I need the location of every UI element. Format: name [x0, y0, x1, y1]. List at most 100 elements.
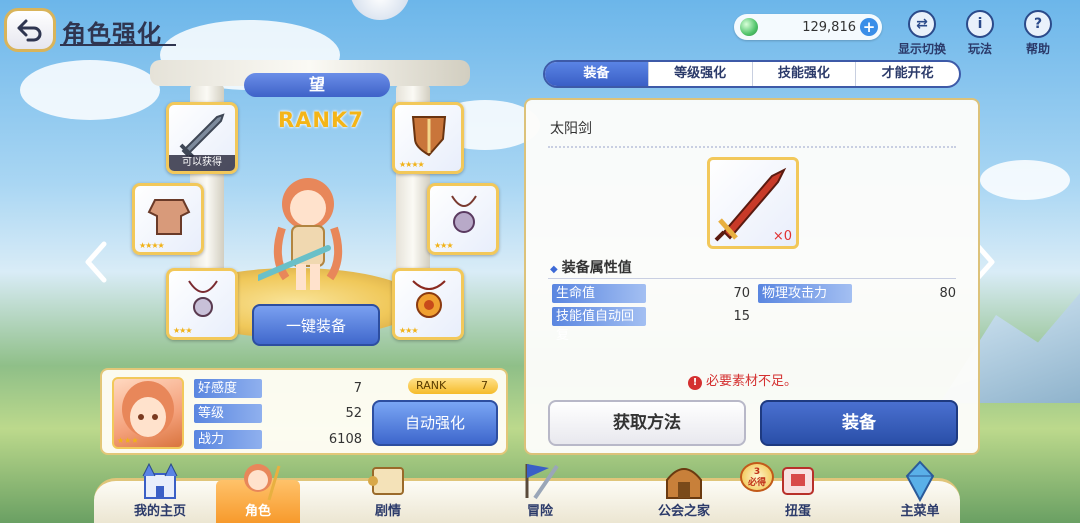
attribute-value: 70 — [733, 286, 750, 301]
necklace-icon — [188, 280, 218, 317]
display-toggle-label: 显示切换 — [897, 42, 946, 56]
sword-flag-icon — [525, 464, 559, 500]
item-quantity: ×0 — [772, 229, 792, 244]
gameplay-button[interactable]: i 玩法 — [962, 10, 998, 57]
power-row: 战力 6108 — [194, 430, 362, 449]
obtainable-label: 可以获得 — [169, 155, 235, 171]
sword-icon — [179, 113, 225, 157]
enhance-tabs: 装备 等级强化 技能强化 才能开花 — [543, 60, 961, 88]
nav-guild-house-label: 公会之家 — [657, 504, 710, 519]
attribute-label: 技能值自动回复 — [552, 307, 646, 343]
auto-enhance-button[interactable]: 自动强化 — [372, 400, 498, 446]
equipment-detail-panel: 太阳剑 ×0 ◆ 装备属性值 生命值 70 物理攻击力 80 技能值自动回复 15… — [524, 98, 980, 455]
diamond-bullet-icon: ◆ — [550, 264, 558, 275]
warning-text: 必要素材不足。 — [706, 374, 798, 389]
rarity-stars: ★★★ — [117, 436, 139, 445]
warning-message: ! 必要素材不足。 — [688, 370, 797, 390]
nav-character-label: 角色 — [244, 504, 271, 519]
rank-badge: RANK 7 — [408, 378, 498, 394]
nav-gacha-label: 扭蛋 — [784, 504, 811, 519]
tab-skill-up[interactable]: 技能强化 — [751, 62, 856, 86]
rank-badge-label: RANK — [416, 379, 447, 392]
equip-all-button[interactable]: 一键装备 — [252, 304, 380, 346]
castle-icon — [142, 462, 178, 499]
guild-house-icon — [666, 468, 702, 499]
armor-icon — [147, 199, 191, 235]
equip-slot-weapon[interactable]: 可以获得 — [166, 102, 238, 174]
equip-button[interactable]: 装备 — [760, 400, 958, 446]
crystal-icon — [905, 460, 935, 502]
attribute-row: 生命值 70 — [552, 284, 750, 303]
gem-counter: 129,816 + — [734, 14, 882, 40]
nav-story[interactable]: 剧情 — [334, 460, 442, 523]
help-label: 帮助 — [1025, 42, 1050, 56]
equip-slot-shield[interactable]: ★★★★ — [392, 102, 464, 174]
help-icon: ? — [1024, 10, 1052, 38]
equip-slot-necklace[interactable]: ★★★ — [166, 268, 238, 340]
attribute-section-title: ◆ 装备属性值 — [550, 257, 632, 277]
warning-icon: ! — [688, 376, 702, 390]
character-portrait[interactable]: ★★★ — [112, 377, 184, 449]
info-icon: i — [966, 10, 994, 38]
attribute-row: 物理攻击力 80 — [758, 284, 956, 303]
nav-home[interactable]: 我的主页 — [106, 460, 214, 523]
attribute-value: 80 — [939, 286, 956, 301]
badge-text: 必得 — [747, 478, 766, 488]
equip-slot-armor[interactable]: ★★★★ — [132, 183, 204, 255]
charm-icon — [412, 280, 446, 318]
affection-row: 好感度 7 — [194, 379, 362, 398]
nav-guild-house[interactable]: 公会之家 — [630, 460, 738, 523]
rarity-stars: ★★★ — [173, 326, 192, 335]
tab-equipment[interactable]: 装备 — [545, 62, 648, 86]
level-value: 52 — [345, 406, 362, 421]
chevron-left-icon[interactable] — [84, 240, 108, 284]
obtain-method-button[interactable]: 获取方法 — [548, 400, 746, 446]
character-sprite — [258, 178, 343, 290]
nav-adventure-label: 冒险 — [526, 504, 553, 519]
nav-story-label: 剧情 — [374, 504, 401, 519]
nav-main-menu-label: 主菜单 — [900, 504, 940, 519]
attribute-value: 15 — [733, 309, 750, 324]
add-gems-button[interactable]: + — [860, 18, 878, 36]
item-icon-box[interactable]: ×0 — [707, 157, 799, 249]
character-icon — [244, 464, 281, 501]
gem-count: 129,816 — [802, 19, 856, 35]
nav-main-menu[interactable]: 主菜单 — [866, 460, 974, 523]
rarity-stars: ★★★ — [399, 326, 418, 335]
nav-adventure[interactable]: 冒险 — [486, 460, 594, 523]
tab-talent-bloom[interactable]: 才能开花 — [855, 62, 959, 86]
help-button[interactable]: ? 帮助 — [1020, 10, 1056, 57]
affection-label: 好感度 — [194, 379, 262, 398]
rarity-stars: ★★★ — [434, 241, 453, 250]
rank-badge-value: 7 — [481, 379, 488, 392]
power-label: 战力 — [194, 430, 262, 449]
attribute-section-label: 装备属性值 — [561, 260, 632, 276]
cloud — [20, 60, 160, 120]
divider — [548, 146, 956, 148]
swap-icon: ⇄ — [908, 10, 936, 38]
gacha-icon — [782, 467, 814, 495]
affection-value: 7 — [353, 381, 362, 396]
back-button[interactable] — [4, 8, 56, 52]
attribute-label: 物理攻击力 — [758, 284, 852, 303]
equip-slot-charm[interactable]: ★★★ — [392, 268, 464, 340]
level-row: 等级 52 — [194, 404, 362, 423]
nav-character[interactable]: 角色 — [204, 460, 312, 523]
attribute-row: 技能值自动回复 15 — [552, 307, 750, 343]
gem-icon — [740, 18, 758, 36]
gameplay-label: 玩法 — [967, 42, 992, 56]
character-name: 望 — [244, 73, 390, 97]
scroll-icon — [368, 467, 404, 495]
nav-home-label: 我的主页 — [133, 504, 186, 519]
amulet-icon — [451, 195, 477, 233]
item-name: 太阳剑 — [550, 121, 592, 137]
cloud — [980, 160, 1070, 200]
display-toggle-button[interactable]: ⇄ 显示切换 — [892, 10, 952, 57]
tab-level-up[interactable]: 等级强化 — [647, 62, 752, 86]
title-underline — [60, 44, 176, 46]
shield-icon — [411, 116, 447, 157]
rank-label: RANK7 — [278, 108, 364, 132]
equip-slot-amulet[interactable]: ★★★ — [427, 183, 499, 255]
rarity-stars: ★★★★ — [399, 160, 425, 169]
character-stats-panel: ★★★ 好感度 7 等级 52 战力 6108 RANK 7 自动强化 — [100, 368, 508, 455]
